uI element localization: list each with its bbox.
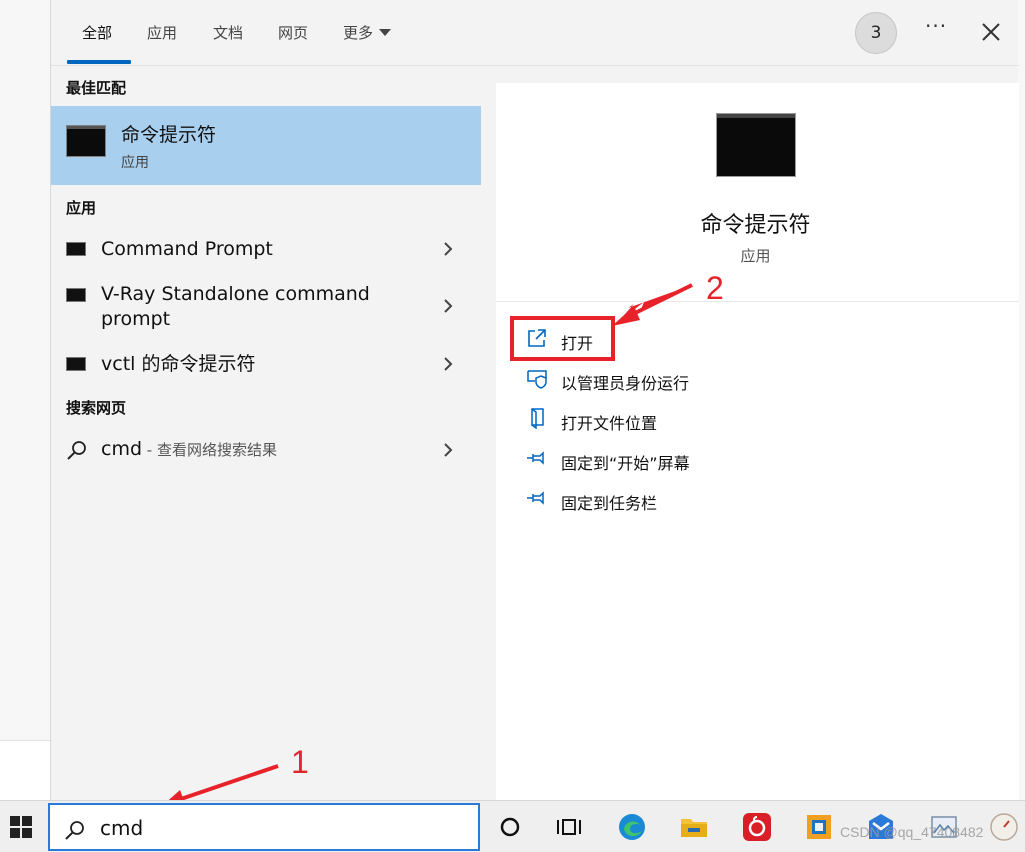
annotation-number-2: 2 — [706, 270, 724, 306]
web-search-suffix: - 查看网络搜索结果 — [142, 441, 277, 459]
tab-more[interactable]: 更多 — [343, 22, 392, 43]
run-as-admin-action[interactable]: 以管理员身份运行 — [526, 367, 726, 393]
action-label: 固定到任务栏 — [561, 494, 658, 513]
list-item[interactable]: Command Prompt — [51, 232, 481, 268]
desktop-strip — [0, 740, 50, 800]
app-item-label: vctl 的命令提示符 — [101, 353, 256, 375]
desktop-background-left — [0, 0, 50, 800]
divider — [496, 301, 1019, 302]
app-item-label: Command Prompt — [101, 238, 273, 260]
best-match-subtitle: 应用 — [121, 155, 149, 171]
list-item[interactable]: V-Ray Standalone command prompt — [51, 278, 481, 336]
rewards-badge[interactable]: 3 — [855, 12, 897, 54]
pin-to-taskbar-action[interactable]: 固定到任务栏 — [526, 487, 706, 513]
detail-title: 命令提示符 — [700, 213, 811, 238]
best-match-heading: 最佳匹配 — [66, 79, 127, 97]
command-prompt-icon — [66, 288, 86, 302]
command-prompt-icon — [66, 357, 86, 371]
detail-subtitle: 应用 — [740, 247, 771, 265]
folder-icon — [531, 408, 544, 429]
tab-documents[interactable]: 文档 — [213, 22, 243, 43]
chevron-down-icon — [379, 29, 392, 36]
pin-to-start-action[interactable]: 固定到“开始”屏幕 — [526, 447, 726, 473]
open-file-location-action[interactable]: 打开文件位置 — [526, 407, 706, 433]
action-label: 固定到“开始”屏幕 — [561, 454, 690, 473]
pin-icon — [527, 491, 544, 505]
taskbar-search-input[interactable]: cmd — [48, 803, 480, 851]
apps-heading: 应用 — [66, 199, 97, 217]
task-view-icon[interactable] — [554, 811, 586, 843]
web-search-label: cmd - 查看网络搜索结果 — [101, 436, 277, 463]
pin-icon — [527, 451, 544, 465]
cortana-icon[interactable] — [494, 811, 526, 843]
action-label: 以管理员身份运行 — [561, 374, 690, 393]
tab-more-label: 更多 — [343, 24, 374, 42]
file-explorer-icon[interactable] — [678, 811, 710, 843]
edge-browser-icon[interactable] — [616, 811, 648, 843]
chevron-right-icon[interactable] — [441, 242, 455, 256]
chevron-right-icon[interactable] — [441, 357, 455, 371]
search-panel: 全部 应用 文档 网页 更多 3 ··· 最佳匹配 命令提示符 应用 应用 Co… — [50, 0, 1019, 800]
more-options-button[interactable]: ··· — [925, 14, 947, 38]
shield-icon — [527, 370, 547, 389]
active-tab-indicator — [67, 60, 131, 64]
app-item-label-line2: prompt — [101, 308, 171, 330]
list-item[interactable]: vctl 的命令提示符 — [51, 347, 481, 383]
tab-apps[interactable]: 应用 — [147, 22, 177, 43]
clock-app-icon[interactable] — [988, 811, 1020, 843]
virtualbox-icon[interactable] — [803, 811, 835, 843]
action-label: 打开文件位置 — [561, 414, 658, 433]
tab-web[interactable]: 网页 — [278, 22, 308, 43]
best-match-title: 命令提示符 — [121, 124, 217, 146]
best-match-item[interactable]: 命令提示符 应用 — [51, 106, 481, 185]
chevron-right-icon[interactable] — [441, 443, 455, 457]
command-prompt-icon — [66, 242, 86, 256]
web-search-item[interactable]: cmd - 查看网络搜索结果 — [51, 433, 481, 469]
app-item-label: V-Ray Standalone command — [101, 283, 370, 305]
search-icon — [67, 441, 86, 460]
detail-pane: 命令提示符 应用 打开 以管理员身份运行 打开文件位置 固定到“开始”屏幕 固定… — [496, 83, 1019, 800]
web-search-query: cmd — [101, 438, 143, 460]
search-icon — [65, 821, 84, 840]
web-heading: 搜索网页 — [66, 399, 127, 417]
search-tab-bar: 全部 应用 文档 网页 更多 3 ··· — [51, 0, 1019, 66]
command-prompt-icon — [66, 125, 106, 157]
watermark-text: CSDN @qq_47408482 — [840, 824, 984, 840]
chevron-right-icon[interactable] — [441, 299, 455, 313]
tab-all[interactable]: 全部 — [82, 22, 112, 43]
windows-start-icon[interactable] — [10, 816, 32, 838]
command-prompt-icon — [716, 113, 796, 177]
annotation-number-1: 1 — [291, 744, 309, 780]
search-input-value: cmd — [100, 816, 144, 840]
annotation-box-open — [510, 316, 615, 361]
netease-music-icon[interactable] — [741, 811, 773, 843]
desktop-background-right — [1018, 0, 1025, 800]
close-icon[interactable] — [977, 18, 1005, 46]
